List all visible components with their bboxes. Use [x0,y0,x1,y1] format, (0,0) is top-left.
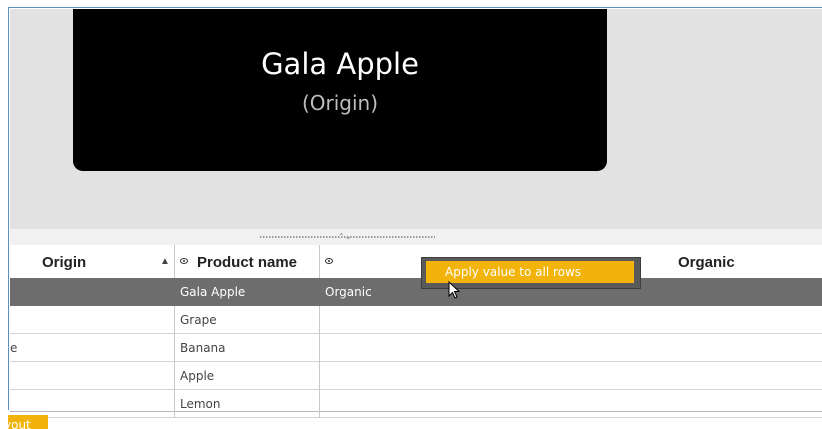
cell-product-name[interactable]: Apple [175,362,320,390]
cell-origin[interactable]: e [10,334,175,362]
cell-organic[interactable] [320,334,822,362]
column-header-origin[interactable]: Origin ▲ [10,245,175,278]
preview-subtitle: (Origin) [301,91,379,115]
cell-organic[interactable] [320,306,822,334]
eye-icon[interactable] [180,258,188,264]
mouse-pointer-icon [448,281,461,299]
cell-origin[interactable] [10,278,175,306]
eye-icon[interactable] [325,258,333,264]
table-row[interactable]: Grape [10,306,822,334]
table-row[interactable]: Apple [10,362,822,390]
preview-area: Gala Apple (Origin) [10,9,822,229]
cell-organic[interactable] [320,390,822,418]
column-header-label: Product name [197,254,298,271]
cell-origin[interactable] [10,362,175,390]
column-header-product-name[interactable]: Product name [175,245,320,278]
column-header-label: Organic [678,254,735,271]
layout-button[interactable]: yout [8,415,48,429]
preview-card: Gala Apple (Origin) [73,9,607,171]
cell-origin[interactable] [10,390,175,418]
cell-product-name[interactable]: Banana [175,334,320,362]
sort-ascending-icon[interactable]: ▲ [160,256,170,267]
chevron-updown-icon: ⌃⌄ [338,232,352,241]
data-grid: Origin ▲ Product name Organic Gala Apple… [10,245,822,418]
apply-value-to-all-rows-menu-item[interactable]: Apply value to all rows [426,261,634,283]
cell-organic[interactable] [320,362,822,390]
preview-title: Gala Apple [261,47,419,81]
app-frame: Gala Apple (Origin) ⌃⌄ Origin ▲ Product … [8,7,822,418]
grid-header: Origin ▲ Product name Organic [10,245,822,279]
cell-origin[interactable] [10,306,175,334]
table-row[interactable]: Gala Apple Organic [10,278,822,306]
splitter-handle[interactable]: ⌃⌄ [10,229,822,245]
table-row[interactable]: e Banana [10,334,822,362]
table-row[interactable]: Lemon [10,390,822,418]
column-header-label: Origin [42,254,87,271]
cell-product-name[interactable]: Grape [175,306,320,334]
cell-product-name[interactable]: Gala Apple [175,278,320,306]
cell-product-name[interactable]: Lemon [175,390,320,418]
